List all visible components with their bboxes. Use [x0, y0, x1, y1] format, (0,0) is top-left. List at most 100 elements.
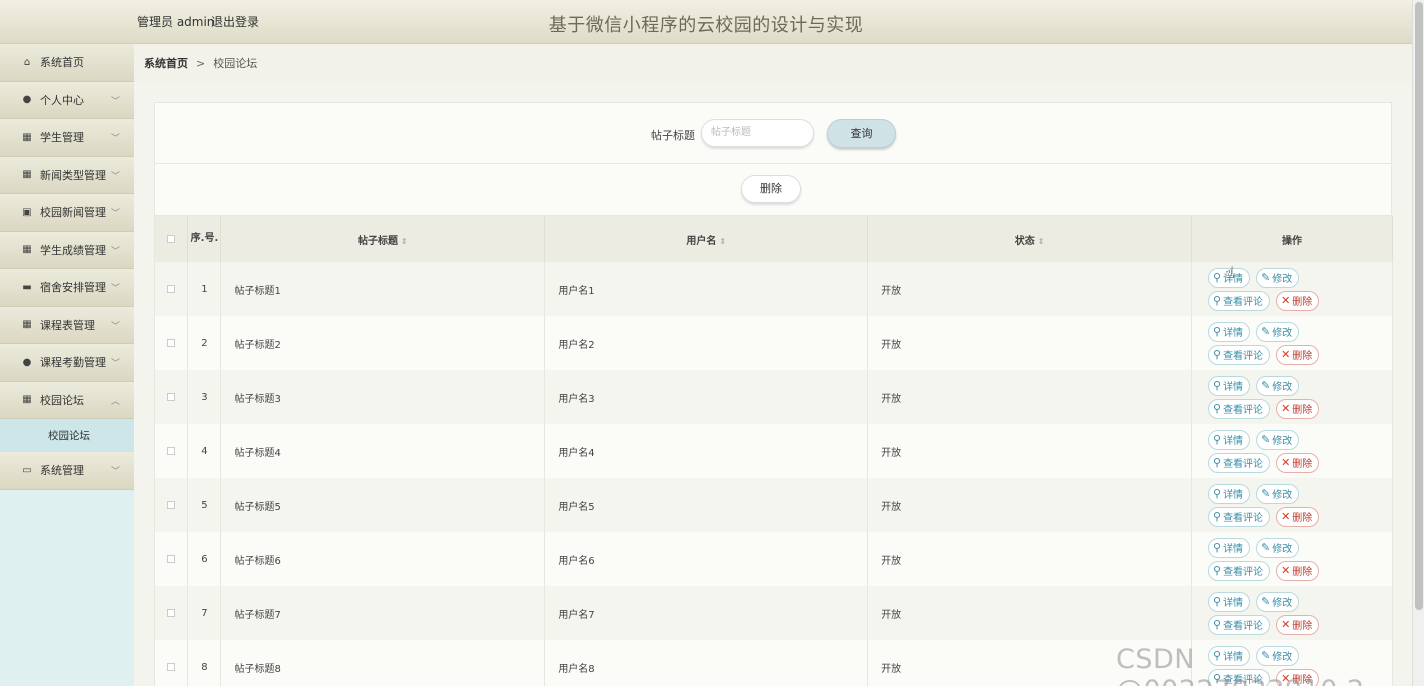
- sidebar-item[interactable]: ● 课程考勤管理 ﹀: [0, 344, 134, 382]
- view-comments-label: 查看评论: [1223, 513, 1264, 524]
- row-checkbox[interactable]: [167, 554, 176, 563]
- table-row: 2 帖子标题2 用户名2 开放 ⚲ 详情 ✎ 修改 ⚲ 查看评论 ✕ 删除: [155, 316, 1393, 370]
- page-scrollbar[interactable]: [1412, 0, 1424, 686]
- sidebar-item[interactable]: ▭ 系统管理 ﹀: [0, 452, 134, 490]
- cell-title: 帖子标题1: [220, 262, 546, 316]
- chevron-down-icon: ﹀: [110, 359, 120, 369]
- detail-button[interactable]: ⚲ 详情: [1208, 321, 1251, 342]
- cell-title: 帖子标题7: [220, 586, 546, 640]
- sidebar-item-label: 课程考勤管理: [40, 356, 106, 370]
- sidebar-item-label: 新闻类型管理: [40, 168, 106, 182]
- header-status[interactable]: 状态 ⇕: [867, 216, 1192, 262]
- delete-button[interactable]: ✕ 删除: [1276, 452, 1320, 473]
- sidebar-item[interactable]: ▣ 校园新闻管理 ﹀: [0, 194, 134, 232]
- close-icon: ✕: [1281, 564, 1291, 577]
- sort-icon: ⇕: [401, 236, 408, 246]
- view-comments-button[interactable]: ⚲ 查看评论: [1208, 560, 1271, 581]
- edit-label: 修改: [1272, 598, 1293, 609]
- search-icon: ⚲: [1213, 348, 1222, 361]
- delete-button[interactable]: ✕ 删除: [1276, 614, 1320, 635]
- delete-button[interactable]: ✕ 删除: [1276, 344, 1320, 365]
- row-checkbox[interactable]: [167, 446, 176, 455]
- row-checkbox[interactable]: [167, 500, 176, 509]
- header-title[interactable]: 帖子标题 ⇕: [220, 216, 546, 262]
- sidebar-item[interactable]: ▬ 宿舍安排管理 ﹀: [0, 269, 134, 307]
- row-checkbox[interactable]: [167, 284, 176, 293]
- close-icon: ✕: [1281, 348, 1291, 361]
- pencil-icon: ✎: [1261, 271, 1271, 284]
- sidebar-subitem[interactable]: 校园论坛: [0, 419, 134, 452]
- sidebar-item[interactable]: ▦ 新闻类型管理 ﹀: [0, 156, 134, 194]
- view-comments-button[interactable]: ⚲ 查看评论: [1208, 290, 1271, 311]
- pencil-icon: ✎: [1261, 379, 1271, 392]
- edit-button[interactable]: ✎ 修改: [1256, 483, 1300, 504]
- cell-title: 帖子标题2: [220, 316, 546, 370]
- edit-button[interactable]: ✎ 修改: [1256, 591, 1300, 612]
- sidebar-item[interactable]: ⌂ 系统首页: [0, 44, 134, 82]
- cell-user: 用户名5: [544, 478, 869, 532]
- detail-button[interactable]: ⚲ 详情: [1208, 537, 1251, 558]
- edit-button[interactable]: ✎ 修改: [1256, 429, 1300, 450]
- delete-label: 删除: [1292, 297, 1313, 308]
- search-button[interactable]: 查询: [827, 119, 896, 148]
- chevron-down-icon: ﹀: [110, 134, 120, 144]
- cell-status: 开放: [867, 478, 1192, 532]
- edit-button[interactable]: ✎ 修改: [1256, 321, 1300, 342]
- search-input[interactable]: 帖子标题: [701, 119, 814, 147]
- row-checkbox[interactable]: [167, 338, 176, 347]
- sort-icon: ⇕: [719, 236, 727, 246]
- search-icon: ⚲: [1213, 618, 1222, 631]
- row-checkbox[interactable]: [167, 608, 176, 617]
- row-checkbox[interactable]: [167, 662, 176, 671]
- cell-index: 7: [187, 586, 222, 640]
- detail-button[interactable]: ⚲ 详情: [1208, 375, 1251, 396]
- chevron-down-icon: ﹀: [110, 321, 120, 332]
- delete-button[interactable]: ✕ 删除: [1276, 290, 1320, 311]
- cell-user: 用户名2: [544, 316, 869, 370]
- search-icon: ⚲: [1213, 487, 1222, 500]
- edit-button[interactable]: ✎ 修改: [1256, 375, 1300, 396]
- grid-icon: ▦: [22, 169, 32, 181]
- select-all-checkbox[interactable]: [167, 234, 176, 243]
- delete-button[interactable]: ✕ 删除: [1276, 560, 1320, 581]
- search-label: 帖子标题: [651, 129, 695, 142]
- search-icon: ⚲: [1213, 402, 1222, 415]
- breadcrumb-home[interactable]: 系统首页: [144, 55, 188, 71]
- scrollbar-thumb[interactable]: [1415, 2, 1423, 610]
- sidebar-item[interactable]: ▦ 学生管理 ﹀: [0, 119, 134, 157]
- cell-user: 用户名3: [544, 370, 869, 424]
- search-bar: 帖子标题 帖子标题 查询: [155, 103, 1391, 164]
- detail-button[interactable]: ⚲ 详情: [1208, 483, 1251, 504]
- header-status-label: 状态: [1014, 235, 1035, 247]
- delete-button[interactable]: ✕ 删除: [1276, 398, 1320, 419]
- sidebar-item[interactable]: ● 个人中心 ﹀: [0, 81, 134, 119]
- view-comments-button[interactable]: ⚲ 查看评论: [1208, 614, 1271, 635]
- edit-label: 修改: [1272, 328, 1293, 339]
- batch-delete-button[interactable]: 删除: [741, 175, 801, 203]
- view-comments-label: 查看评论: [1223, 459, 1264, 470]
- sidebar-item[interactable]: ▦ 学生成绩管理 ﹀: [0, 231, 134, 269]
- top-header: 管理员 admin 退出登录 基于微信小程序的云校园的设计与实现: [0, 0, 1412, 44]
- edit-button[interactable]: ✎ 修改: [1256, 537, 1300, 558]
- header-user[interactable]: 用户名 ⇕: [544, 216, 869, 262]
- header-ops: 操作: [1191, 216, 1393, 262]
- cell-status: 开放: [867, 424, 1192, 478]
- chevron-down-icon: ﹀: [110, 284, 120, 294]
- edit-button[interactable]: ✎ 修改: [1256, 267, 1300, 288]
- sidebar-item-label: 校园新闻管理: [40, 206, 106, 220]
- delete-button[interactable]: ✕ 删除: [1276, 506, 1320, 527]
- chevron-down-icon: ﹀: [110, 209, 120, 219]
- row-checkbox[interactable]: [167, 392, 176, 401]
- view-comments-button[interactable]: ⚲ 查看评论: [1208, 452, 1271, 473]
- detail-button[interactable]: ⚲ 详情: [1208, 591, 1251, 612]
- detail-label: 详情: [1223, 490, 1244, 501]
- chevron-down-icon: ﹀: [110, 467, 120, 477]
- cell-index: 3: [187, 370, 222, 424]
- view-comments-button[interactable]: ⚲ 查看评论: [1208, 344, 1271, 365]
- chevron-down-icon: ﹀: [110, 246, 120, 257]
- view-comments-button[interactable]: ⚲ 查看评论: [1208, 398, 1271, 419]
- detail-button[interactable]: ⚲ 详情: [1208, 429, 1251, 450]
- sidebar-item[interactable]: ▦ 课程表管理 ﹀: [0, 306, 134, 344]
- sidebar-item[interactable]: ▦ 校园论坛 ︿: [0, 381, 134, 419]
- view-comments-button[interactable]: ⚲ 查看评论: [1208, 506, 1271, 527]
